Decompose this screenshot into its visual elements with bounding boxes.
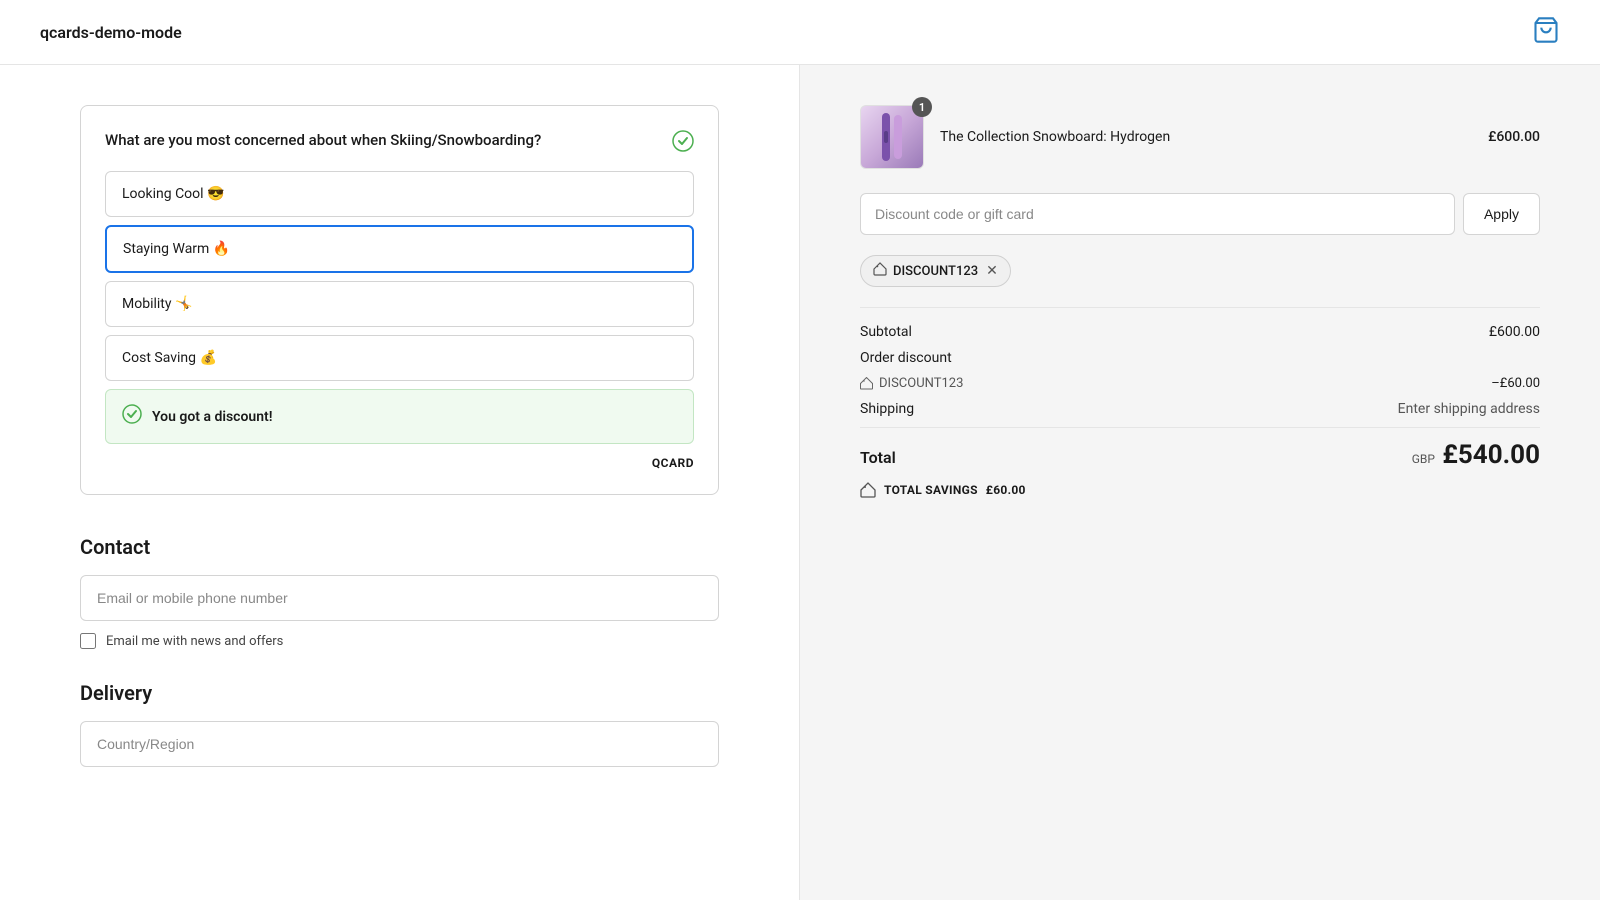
email-newsletter-row: Email me with news and offers <box>80 633 719 649</box>
totals-section: Subtotal £600.00 Order discount DISCOUNT… <box>860 307 1540 498</box>
left-panel: What are you most concerned about when S… <box>0 65 800 900</box>
country-region-field[interactable] <box>80 721 719 767</box>
qcard-check-icon <box>672 130 694 157</box>
option-label-mobility: Mobility 🤸 <box>122 296 192 312</box>
option-mobility[interactable]: Mobility 🤸 <box>105 281 694 327</box>
contact-section: Contact Email me with news and offers <box>80 535 719 649</box>
subtotal-row: Subtotal £600.00 <box>860 324 1540 340</box>
qcard-question: What are you most concerned about when S… <box>105 130 541 151</box>
discount-tag-code: DISCOUNT123 <box>893 264 978 279</box>
discount-tag: DISCOUNT123 ✕ <box>860 255 1011 287</box>
subtotal-label: Subtotal <box>860 324 912 340</box>
email-newsletter-label: Email me with news and offers <box>106 634 283 649</box>
option-cost-saving[interactable]: Cost Saving 💰 <box>105 335 694 381</box>
shipping-label: Shipping <box>860 401 914 417</box>
logo: qcards-demo-mode <box>40 23 182 42</box>
qcard-widget: What are you most concerned about when S… <box>80 105 719 495</box>
discount-banner: You got a discount! <box>105 389 694 444</box>
subtotal-value: £600.00 <box>1489 324 1540 340</box>
product-image-wrapper: 1 <box>860 105 924 169</box>
product-price: £600.00 <box>1488 129 1540 145</box>
email-field[interactable] <box>80 575 719 621</box>
discount-code-value: –£60.00 <box>1491 376 1540 391</box>
product-badge: 1 <box>912 97 932 117</box>
total-amount-group: GBP £540.00 <box>1412 440 1540 470</box>
savings-label: TOTAL SAVINGS <box>884 483 978 497</box>
discount-banner-text: You got a discount! <box>152 409 272 425</box>
option-label-looking-cool: Looking Cool 😎 <box>122 186 224 202</box>
discount-code-detail-row: DISCOUNT123 –£60.00 <box>860 376 1540 391</box>
main-layout: What are you most concerned about when S… <box>0 65 1600 900</box>
total-label: Total <box>860 448 896 467</box>
total-value: £540.00 <box>1442 440 1540 470</box>
contact-title: Contact <box>80 535 719 559</box>
discount-code-row: Apply <box>860 193 1540 235</box>
discount-code-detail-label: DISCOUNT123 <box>860 376 963 391</box>
total-currency: GBP <box>1412 452 1435 466</box>
discount-tag-close[interactable]: ✕ <box>986 263 998 279</box>
header: qcards-demo-mode <box>0 0 1600 65</box>
discount-tag-icon <box>873 262 887 280</box>
shipping-value: Enter shipping address <box>1398 401 1540 417</box>
order-discount-label: Order discount <box>860 350 952 366</box>
delivery-title: Delivery <box>80 681 719 705</box>
order-item: 1 The Collection Snowboard: Hydrogen £60… <box>860 105 1540 169</box>
right-panel: 1 The Collection Snowboard: Hydrogen £60… <box>800 65 1600 900</box>
total-final-row: Total GBP £540.00 <box>860 427 1540 470</box>
savings-row: TOTAL SAVINGS £60.00 <box>860 482 1540 498</box>
option-looking-cool[interactable]: Looking Cool 😎 <box>105 171 694 217</box>
cart-button[interactable] <box>1532 16 1560 48</box>
option-label-cost-saving: Cost Saving 💰 <box>122 350 217 366</box>
savings-value: £60.00 <box>986 483 1026 497</box>
option-label-staying-warm: Staying Warm 🔥 <box>123 241 230 257</box>
email-newsletter-checkbox[interactable] <box>80 633 96 649</box>
discount-check-icon <box>122 404 142 429</box>
order-discount-row: Order discount <box>860 350 1540 366</box>
discount-code-name: DISCOUNT123 <box>879 376 963 391</box>
discount-code-input[interactable] <box>860 193 1455 235</box>
product-image <box>860 105 924 169</box>
qcard-brand: QCARD <box>105 456 694 470</box>
apply-button[interactable]: Apply <box>1463 193 1540 235</box>
option-staying-warm[interactable]: Staying Warm 🔥 <box>105 225 694 273</box>
product-name: The Collection Snowboard: Hydrogen <box>940 129 1472 145</box>
shipping-row: Shipping Enter shipping address <box>860 401 1540 417</box>
delivery-section: Delivery <box>80 681 719 779</box>
